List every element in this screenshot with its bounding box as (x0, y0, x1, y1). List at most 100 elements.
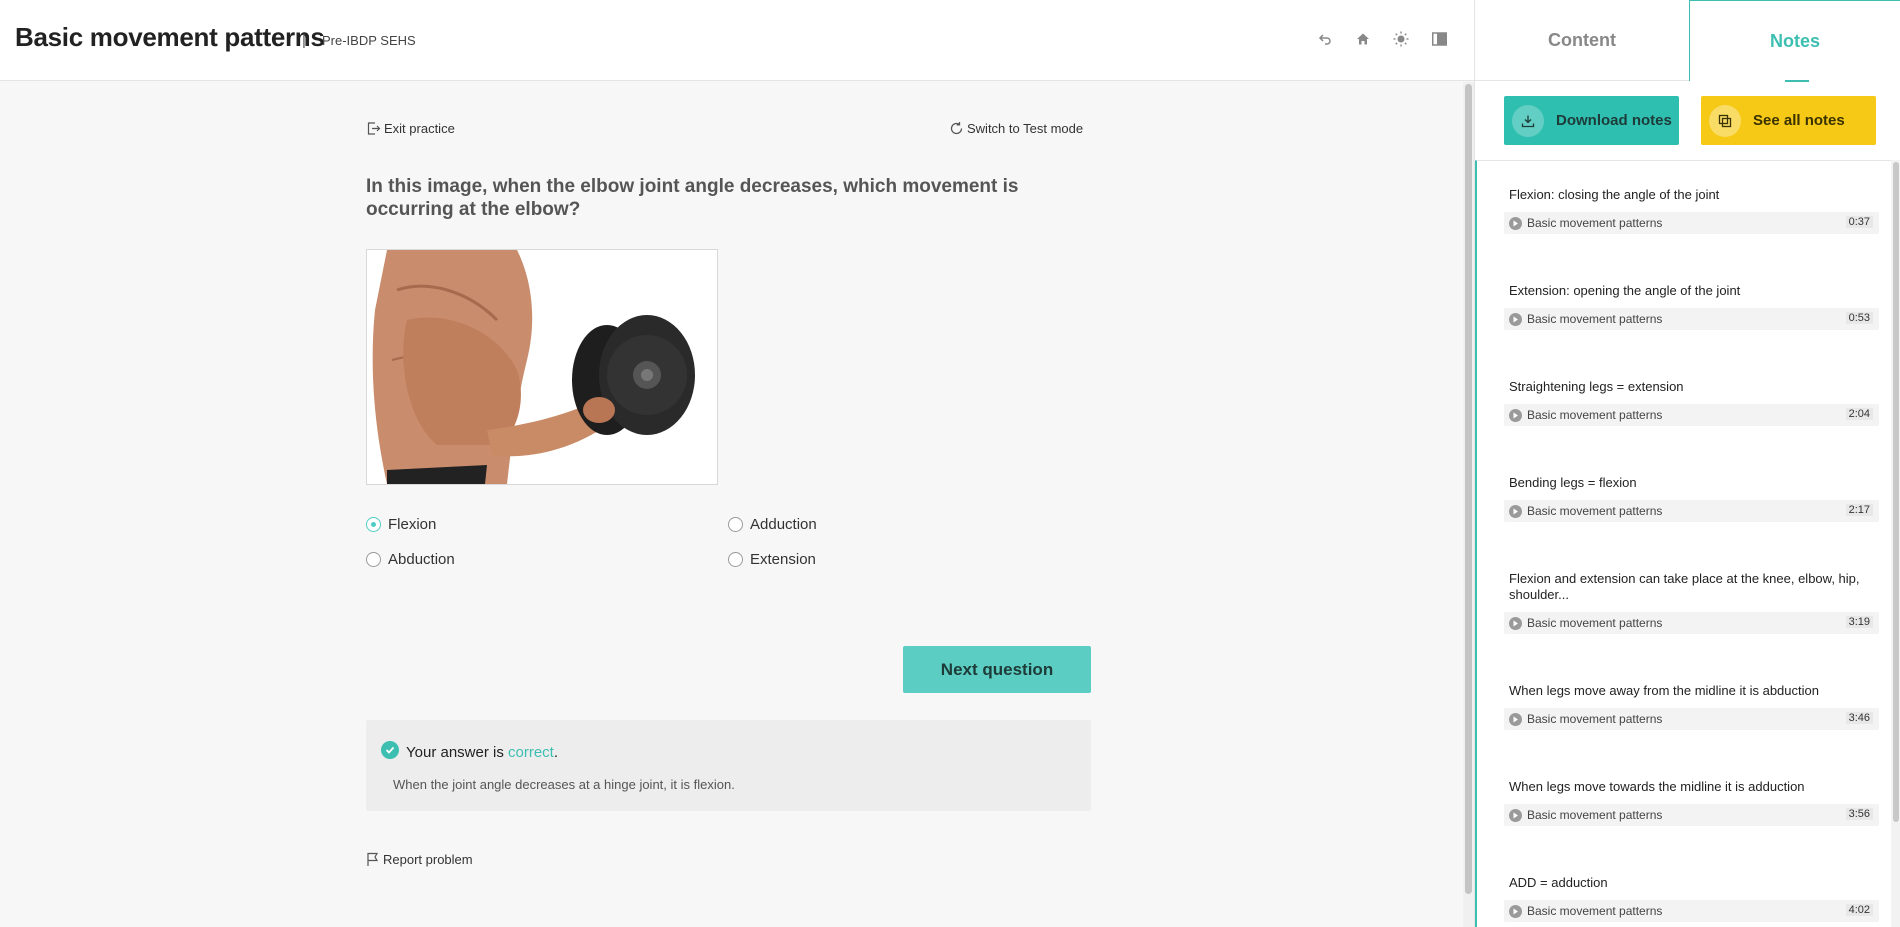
sidebar-toggle-icon[interactable] (1428, 28, 1450, 50)
note-ref-label: Basic movement patterns (1527, 504, 1663, 518)
note-item: ADD = adduction Basic movement patterns 4… (1504, 875, 1879, 922)
exit-practice-link[interactable]: Exit practice (366, 121, 455, 136)
note-video-link[interactable]: Basic movement patterns 2:17 (1504, 500, 1879, 522)
option-label: Adduction (750, 516, 817, 533)
next-question-button[interactable]: Next question (903, 646, 1091, 693)
note-video-link[interactable]: Basic movement patterns 3:19 (1504, 612, 1879, 634)
answer-feedback: Your answer is correct. When the joint a… (366, 720, 1091, 811)
note-ref-label: Basic movement patterns (1527, 408, 1663, 422)
radio-selected-icon[interactable] (366, 517, 381, 532)
note-timestamp: 3:19 (1845, 616, 1873, 628)
home-icon[interactable] (1352, 28, 1374, 50)
tab-content[interactable]: Content (1475, 0, 1689, 81)
notes-list: Flexion: closing the angle of the joint … (1475, 160, 1891, 927)
note-timestamp: 2:17 (1845, 504, 1873, 516)
note-item: Extension: opening the angle of the join… (1504, 283, 1879, 330)
feedback-status: correct (508, 744, 554, 761)
note-text: Straightening legs = extension (1509, 379, 1684, 394)
question-image (366, 249, 718, 485)
option-abduction[interactable]: Abduction (366, 551, 455, 568)
refresh-icon (950, 122, 963, 135)
note-text: Flexion: closing the angle of the joint (1509, 187, 1720, 202)
switch-test-mode-label: Switch to Test mode (967, 121, 1084, 136)
tab-notes[interactable]: Notes (1689, 0, 1900, 82)
note-item: When legs move towards the midline it is… (1504, 779, 1879, 826)
flag-icon (367, 852, 379, 866)
note-text: ADD = adduction (1509, 875, 1608, 890)
radio-icon[interactable] (728, 552, 743, 567)
note-timestamp: 0:37 (1845, 216, 1873, 228)
copy-icon (1709, 104, 1741, 137)
notes-scrollbar-thumb[interactable] (1893, 162, 1899, 822)
note-video-link[interactable]: Basic movement patterns 0:53 (1504, 308, 1879, 330)
note-text: Flexion and extension can take place at … (1509, 571, 1860, 602)
option-flexion[interactable]: Flexion (366, 516, 436, 533)
note-text: When legs move towards the midline it is… (1509, 779, 1805, 794)
main-scrollbar[interactable] (1463, 82, 1474, 927)
main-scrollbar-thumb[interactable] (1465, 84, 1472, 894)
play-icon (1509, 808, 1522, 822)
radio-icon[interactable] (728, 517, 743, 532)
notes-scrollbar[interactable] (1891, 160, 1900, 927)
option-extension[interactable]: Extension (728, 551, 816, 568)
play-icon (1509, 408, 1522, 422)
download-notes-button[interactable]: Download notes (1504, 96, 1679, 145)
report-problem-link[interactable]: Report problem (366, 852, 473, 867)
tab-notes-label: Notes (1769, 30, 1820, 51)
note-video-link[interactable]: Basic movement patterns 4:02 (1504, 900, 1879, 922)
title-separator: | (302, 32, 306, 49)
active-tab-indicator (1785, 80, 1809, 82)
page-title: Basic movement patterns (15, 22, 325, 52)
feedback-prefix: Your answer is (406, 744, 508, 761)
exit-practice-label: Exit practice (384, 121, 455, 136)
option-label: Abduction (388, 551, 455, 568)
check-circle-icon (381, 741, 399, 759)
subject-label: Pre-IBDP SEHS (322, 33, 416, 48)
note-ref-label: Basic movement patterns (1527, 216, 1663, 230)
side-panel: Content Notes Download notes See all not… (1474, 0, 1900, 927)
option-label: Flexion (388, 516, 437, 533)
note-ref-label: Basic movement patterns (1527, 616, 1663, 630)
option-adduction[interactable]: Adduction (728, 516, 817, 533)
brightness-icon[interactable] (1390, 28, 1412, 50)
switch-test-mode-link[interactable]: Switch to Test mode (949, 121, 1083, 136)
question-text: In this image, when the elbow joint angl… (366, 176, 1019, 220)
note-ref-label: Basic movement patterns (1527, 312, 1663, 326)
note-item: Bending legs = flexion Basic movement pa… (1504, 475, 1879, 522)
exit-icon (367, 122, 381, 135)
side-tabs: Content Notes (1475, 0, 1900, 82)
play-icon (1509, 712, 1522, 726)
download-icon (1512, 104, 1544, 137)
note-item: Flexion: closing the angle of the joint … (1504, 187, 1879, 234)
note-ref-label: Basic movement patterns (1527, 904, 1663, 918)
play-icon (1509, 616, 1522, 630)
report-problem-label: Report problem (383, 852, 473, 867)
note-video-link[interactable]: Basic movement patterns 2:04 (1504, 404, 1879, 426)
note-text: Bending legs = flexion (1509, 475, 1637, 490)
play-icon (1509, 904, 1522, 918)
note-text: When legs move away from the midline it … (1509, 683, 1819, 698)
note-video-link[interactable]: Basic movement patterns 3:46 (1504, 708, 1879, 730)
note-video-link[interactable]: Basic movement patterns 3:56 (1504, 804, 1879, 826)
note-timestamp: 0:53 (1845, 312, 1873, 324)
note-timestamp: 2:04 (1845, 408, 1873, 420)
download-notes-label: Download notes (1556, 112, 1672, 129)
note-item: Straightening legs = extension Basic mov… (1504, 379, 1879, 426)
feedback-title: Your answer is correct. (406, 744, 558, 761)
undo-icon[interactable] (1314, 28, 1336, 50)
note-ref-label: Basic movement patterns (1527, 712, 1663, 726)
play-icon (1509, 312, 1522, 326)
feedback-suffix: . (553, 744, 559, 761)
note-timestamp: 4:02 (1845, 904, 1873, 916)
option-label: Extension (750, 551, 816, 568)
play-icon (1509, 504, 1522, 518)
see-all-notes-label: See all notes (1753, 112, 1845, 129)
note-text: Extension: opening the angle of the join… (1509, 283, 1741, 298)
see-all-notes-button[interactable]: See all notes (1701, 96, 1876, 145)
radio-icon[interactable] (366, 552, 381, 567)
note-timestamp: 3:56 (1845, 808, 1873, 820)
note-timestamp: 3:46 (1845, 712, 1873, 724)
note-ref-label: Basic movement patterns (1527, 808, 1663, 822)
note-video-link[interactable]: Basic movement patterns 0:37 (1504, 212, 1879, 234)
play-icon (1509, 216, 1522, 230)
